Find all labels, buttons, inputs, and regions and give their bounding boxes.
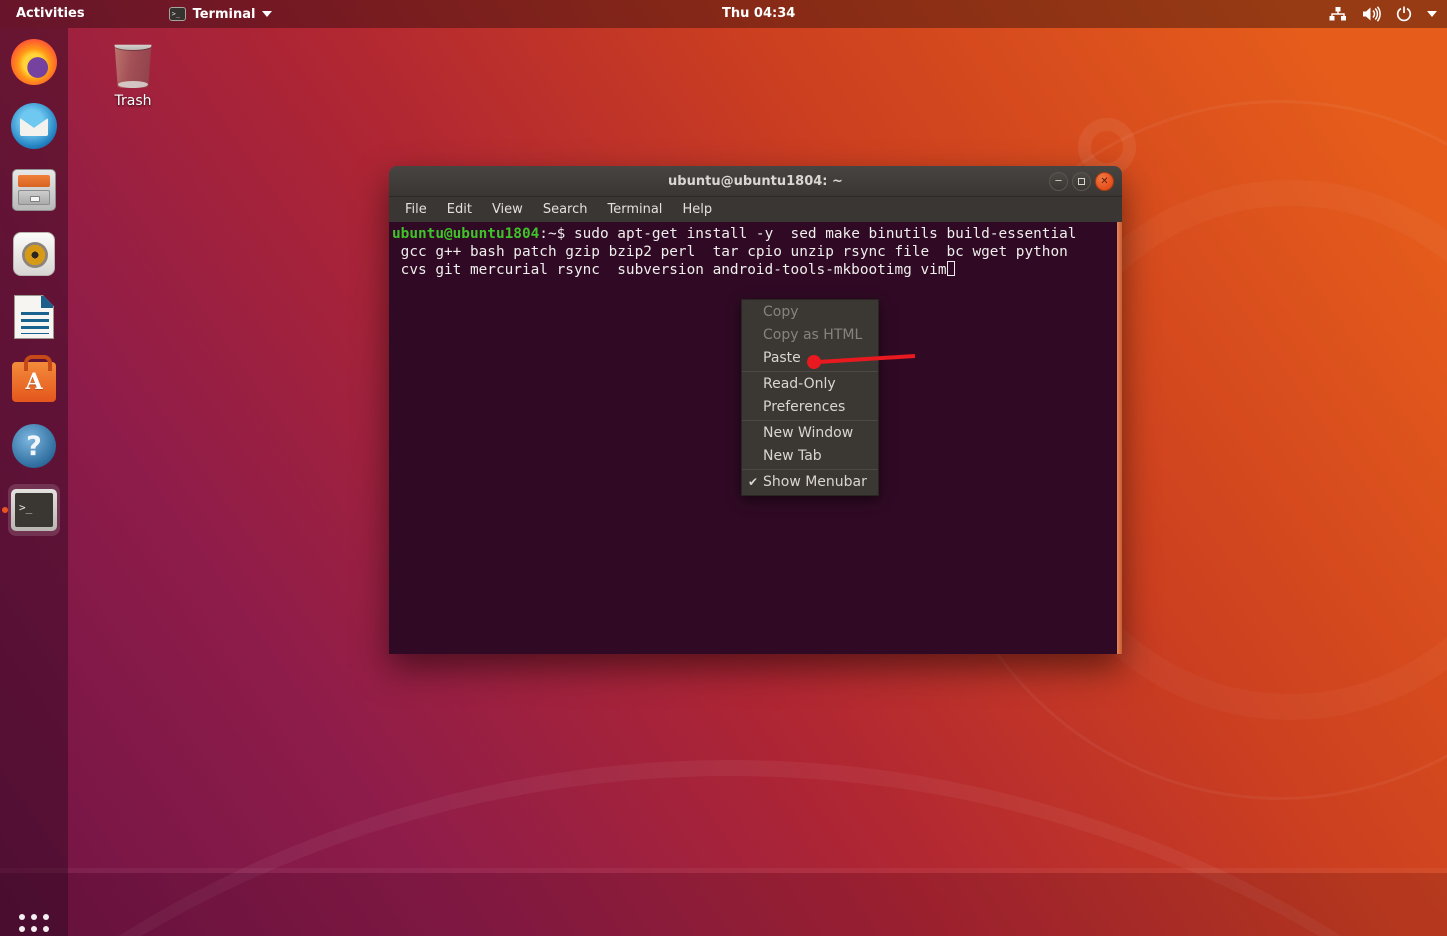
power-icon xyxy=(1396,6,1412,22)
dock-item-files[interactable] xyxy=(8,164,60,216)
menu-terminal[interactable]: Terminal xyxy=(597,197,672,222)
firefox-icon xyxy=(11,39,57,85)
volume-icon xyxy=(1362,6,1381,22)
show-applications-button[interactable] xyxy=(8,903,60,936)
menu-edit[interactable]: Edit xyxy=(437,197,482,222)
command-text: sudo apt-get install -y sed make binutil… xyxy=(565,226,1076,242)
window-controls: ─ ✕ xyxy=(1049,172,1114,191)
window-titlebar[interactable]: ubuntu@ubuntu1804: ~ ─ ✕ xyxy=(389,166,1122,197)
menu-item-copy-as-html: Copy as HTML xyxy=(742,324,878,347)
terminal-line-3: cvs git mercurial rsync subversion andro… xyxy=(392,261,1114,279)
prompt-user: ubuntu@ubuntu1804 xyxy=(392,226,539,242)
desktop-trash[interactable]: Trash xyxy=(103,40,163,116)
menu-separator xyxy=(742,371,878,372)
dock-item-help[interactable]: ? xyxy=(8,420,60,472)
menu-item-paste[interactable]: Paste xyxy=(742,347,878,370)
terminal-context-menu: Copy Copy as HTML Paste Read-Only Prefer… xyxy=(741,299,879,496)
menu-item-show-menubar[interactable]: ✔ Show Menubar xyxy=(742,471,878,494)
menu-item-copy: Copy xyxy=(742,301,878,324)
chevron-down-icon xyxy=(1427,11,1437,17)
minimize-button[interactable]: ─ xyxy=(1049,172,1068,191)
menu-view[interactable]: View xyxy=(482,197,533,222)
clock[interactable]: Thu 04:34 xyxy=(722,0,795,28)
menu-separator xyxy=(742,469,878,470)
menu-file[interactable]: File xyxy=(395,197,437,222)
app-menu-label: Terminal xyxy=(193,7,256,22)
dock-item-terminal[interactable]: >_ xyxy=(8,484,60,536)
app-menu-terminal[interactable]: >_ Terminal xyxy=(159,0,283,28)
menu-item-new-tab[interactable]: New Tab xyxy=(742,445,878,468)
wallpaper-bottom-shade xyxy=(0,873,1447,936)
terminal-app-icon: >_ xyxy=(169,7,186,21)
menu-item-preferences[interactable]: Preferences xyxy=(742,396,878,419)
ubuntu-software-icon: A xyxy=(12,362,56,402)
rhythmbox-icon xyxy=(13,232,55,276)
dock-item-libreoffice-writer[interactable] xyxy=(8,291,60,343)
terminal-menubar: File Edit View Search Terminal Help xyxy=(389,197,1122,222)
terminal-scrollbar[interactable] xyxy=(1117,222,1122,654)
terminal-line-1: ubuntu@ubuntu1804:~$ sudo apt-get instal… xyxy=(392,225,1114,243)
prompt-suffix: :~$ xyxy=(539,226,565,242)
system-tray[interactable] xyxy=(1329,0,1437,28)
terminal-line-2: gcc g++ bash patch gzip bzip2 perl tar c… xyxy=(392,243,1114,261)
maximize-icon xyxy=(1078,178,1085,185)
desktop-wallpaper: Activities >_ Terminal Thu 04:34 xyxy=(0,0,1447,936)
top-bar: Activities >_ Terminal Thu 04:34 xyxy=(0,0,1447,28)
window-title: ubuntu@ubuntu1804: ~ xyxy=(668,174,843,189)
thunderbird-icon xyxy=(11,103,57,149)
chevron-down-icon xyxy=(262,11,272,17)
dock: A ? >_ xyxy=(0,28,68,936)
running-indicator-dot xyxy=(2,507,8,513)
terminal-icon: >_ xyxy=(11,489,57,531)
help-icon: ? xyxy=(12,424,56,468)
maximize-button[interactable] xyxy=(1072,172,1091,191)
dock-item-thunderbird[interactable] xyxy=(8,100,60,152)
menu-item-new-window[interactable]: New Window xyxy=(742,422,878,445)
terminal-cursor xyxy=(947,261,955,276)
libreoffice-writer-icon xyxy=(14,295,54,339)
close-button[interactable]: ✕ xyxy=(1095,172,1114,191)
dock-item-firefox[interactable] xyxy=(8,36,60,88)
activities-button[interactable]: Activities xyxy=(0,0,101,28)
menu-help[interactable]: Help xyxy=(672,197,722,222)
menu-separator xyxy=(742,420,878,421)
menu-search[interactable]: Search xyxy=(533,197,598,222)
network-wired-icon xyxy=(1329,6,1347,22)
trash-label: Trash xyxy=(103,93,163,109)
dock-item-ubuntu-software[interactable]: A xyxy=(8,356,60,408)
dock-item-rhythmbox[interactable] xyxy=(8,228,60,280)
trash-icon xyxy=(113,40,153,88)
menu-item-read-only[interactable]: Read-Only xyxy=(742,373,878,396)
files-icon xyxy=(12,169,56,211)
checkmark-icon: ✔ xyxy=(748,471,758,494)
